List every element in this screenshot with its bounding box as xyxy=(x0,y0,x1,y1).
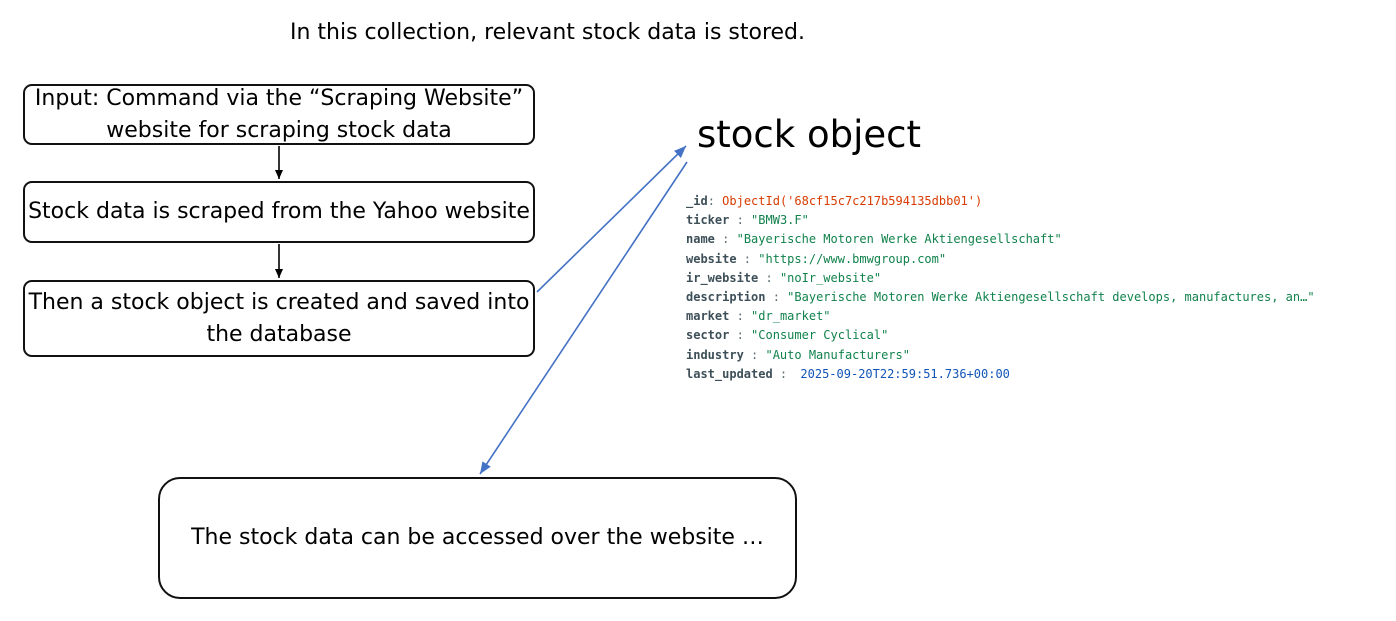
flow-step-label: Stock data is scraped from the Yahoo web… xyxy=(28,199,530,224)
doc-field-ir-website: ir_website : "noIr_website" xyxy=(686,269,1315,288)
doc-field-value: "dr_market" xyxy=(751,309,831,324)
doc-field-value: "BMW3.F" xyxy=(751,213,809,228)
doc-field-value: "Bayerische Motoren Werke Aktiengesellsc… xyxy=(787,289,1315,304)
flow-step-input-command: Input: Command via the “Scraping Website… xyxy=(23,84,535,145)
doc-field-value: 2025-09-20T22:59:51.736+00:00 xyxy=(800,366,1010,381)
doc-field-value: "Auto Manufacturers" xyxy=(765,347,910,362)
doc-field-key: _id xyxy=(686,194,708,208)
doc-field-sector: sector : "Consumer Cyclical" xyxy=(686,326,1315,345)
doc-field-separator: : xyxy=(758,270,780,285)
stock-object-title: stock object xyxy=(697,113,921,156)
doc-field-key: market xyxy=(686,309,730,324)
arrow-step3-to-stock-object xyxy=(536,145,687,293)
doc-field-key: last_updated xyxy=(686,366,773,381)
doc-field-separator: : xyxy=(729,213,752,228)
doc-field-value: "https://www.bmwgroup.com" xyxy=(758,251,947,266)
doc-field-industry: industry : "Auto Manufacturers" xyxy=(686,346,1315,365)
doc-field-market: market : "dr_market" xyxy=(686,307,1315,326)
doc-field-value: "Consumer Cyclical" xyxy=(751,328,889,343)
doc-field-value: ObjectId('68cf15c7c217b594135dbb01') xyxy=(722,194,983,208)
doc-field-separator: : xyxy=(743,347,766,362)
doc-field-key: ticker xyxy=(686,213,730,228)
doc-field-last-updated: last_updated : 2025-09-20T22:59:51.736+0… xyxy=(686,365,1315,384)
doc-field-key: website xyxy=(686,251,737,266)
doc-field-key: industry xyxy=(686,347,744,362)
doc-field--id: _id: ObjectId('68cf15c7c217b594135dbb01'… xyxy=(686,192,1315,211)
doc-field-separator: : xyxy=(765,289,788,304)
doc-field-separator: : xyxy=(736,251,759,266)
doc-field-key: ir_website xyxy=(686,270,759,285)
doc-field-name: name : "Bayerische Motoren Werke Aktieng… xyxy=(686,230,1315,249)
stock-document-view: _id: ObjectId('68cf15c7c217b594135dbb01'… xyxy=(686,192,1315,384)
doc-field-website: website : "https://www.bmwgroup.com" xyxy=(686,250,1315,269)
doc-field-description: description : "Bayerische Motoren Werke … xyxy=(686,288,1315,307)
flow-step-scrape-yahoo: Stock data is scraped from the Yahoo web… xyxy=(23,181,535,243)
collection-note: In this collection, relevant stock data … xyxy=(290,20,806,45)
flow-step-create-save-object: Then a stock object is created and saved… xyxy=(23,280,535,357)
doc-field-value: "noIr_website" xyxy=(779,270,882,285)
doc-field-separator: : xyxy=(729,328,752,343)
doc-field-separator: : xyxy=(707,194,723,208)
website-access-box: The stock data can be accessed over the … xyxy=(158,477,797,599)
doc-field-key: description xyxy=(686,289,766,304)
doc-field-ticker: ticker : "BMW3.F" xyxy=(686,211,1315,230)
doc-field-key: name xyxy=(686,232,715,247)
doc-field-separator: : xyxy=(729,309,752,324)
doc-field-separator: : xyxy=(772,366,795,381)
doc-field-separator: : xyxy=(714,232,737,247)
doc-field-value: "Bayerische Motoren Werke Aktiengesellsc… xyxy=(736,232,1062,247)
flow-step-label: Then a stock object is created and saved… xyxy=(28,289,530,347)
doc-field-key: sector xyxy=(686,328,730,343)
flow-step-label: Input: Command via the “Scraping Website… xyxy=(34,85,524,143)
website-access-label: The stock data can be accessed over the … xyxy=(191,525,764,550)
